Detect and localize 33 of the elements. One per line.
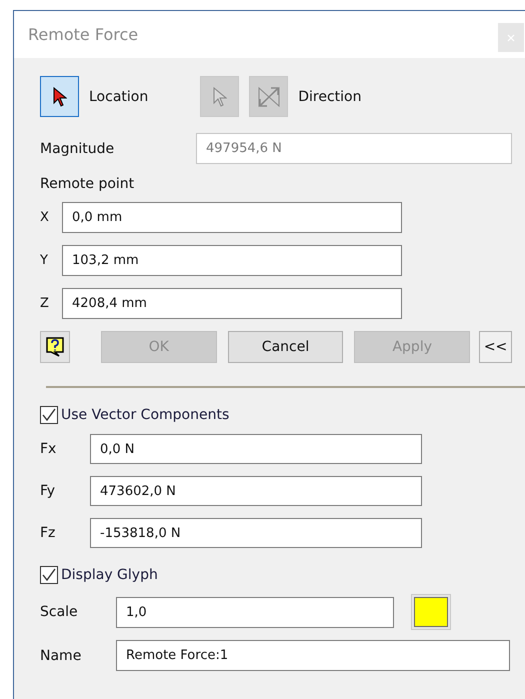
scale-field[interactable]: 1,0 (116, 596, 394, 628)
axis-label: X (40, 210, 50, 225)
checkbox-label[interactable]: Use Vector Components (61, 407, 230, 423)
cursor-icon (52, 86, 66, 106)
coordinate-field[interactable]: 4208,4 mm (62, 288, 402, 319)
help-button[interactable] (40, 331, 70, 363)
selection-mode-button[interactable] (40, 76, 79, 117)
direction-label: Direction (298, 88, 362, 104)
window-title: Remote Force (28, 25, 138, 44)
coordinate-field[interactable]: 103,2 mm (62, 245, 402, 276)
checkbox[interactable] (40, 406, 58, 424)
component-field[interactable]: -153818,0 N (90, 518, 422, 548)
component-field[interactable]: 473602,0 N (90, 476, 422, 506)
location-label: Location (89, 88, 148, 104)
magnitude-label: Magnitude (40, 140, 116, 156)
checkbox-label[interactable]: Display Glyph (61, 567, 158, 583)
component-label: Fx (40, 441, 58, 457)
name-label: Name (40, 648, 82, 664)
component-label: Fz (40, 525, 56, 541)
help-icon (44, 336, 65, 358)
axis-label: Z (40, 296, 50, 311)
axis-label: Y (40, 253, 49, 268)
dialog-button[interactable]: Cancel (228, 331, 344, 363)
name-field[interactable]: Remote Force:1 (116, 640, 510, 671)
cursor-icon (212, 86, 227, 106)
section-label: Remote point (40, 176, 136, 192)
scale-label: Scale (40, 604, 79, 620)
coordinate-field[interactable]: 0,0 mm (62, 202, 402, 233)
component-label: Fy (40, 483, 56, 499)
close-icon (507, 34, 515, 42)
checkbox[interactable] (40, 566, 58, 584)
collapse-button[interactable]: << (479, 331, 512, 363)
component-field[interactable]: 0,0 N (90, 434, 422, 464)
